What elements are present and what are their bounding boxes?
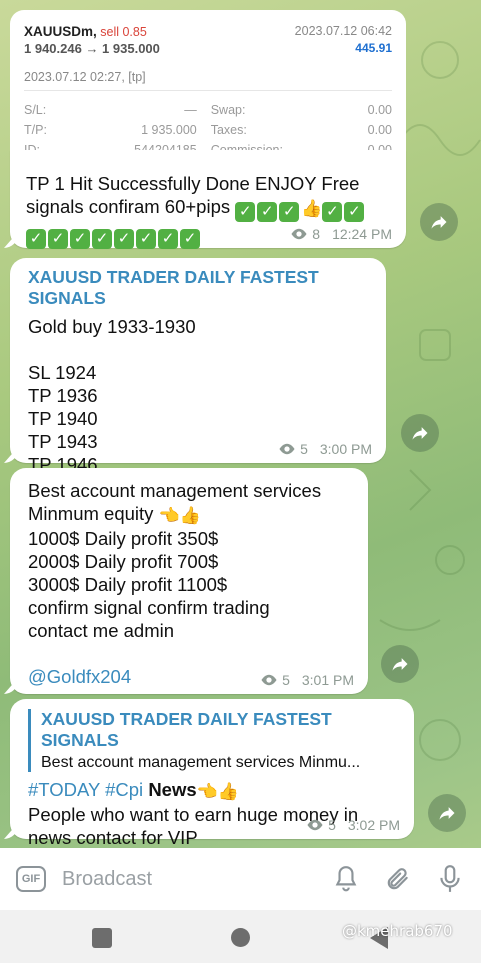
forward-button[interactable] xyxy=(401,414,439,452)
share-arrow-icon xyxy=(392,658,408,671)
sender-name[interactable]: XAUUSD TRADER DAILY FASTEST SIGNALS xyxy=(28,267,370,309)
view-count: 5 xyxy=(300,441,308,457)
message-line: SL 1924 xyxy=(28,362,97,383)
trade-symbol: XAUUSDm, xyxy=(24,24,97,39)
forward-button[interactable] xyxy=(420,203,458,241)
message-time: 3:01 PM xyxy=(301,672,354,688)
broadcast-input[interactable]: Broadcast xyxy=(62,868,309,891)
message-bubble-1[interactable]: TP 1 Hit Successfully Done ENJOY Free si… xyxy=(10,150,406,249)
table-cell: 0.00 xyxy=(367,123,392,137)
trade-price-change: 1 940.246 → 1 935.000 xyxy=(24,41,160,56)
table-cell: Swap: xyxy=(210,103,246,117)
message-line: Best account management services xyxy=(28,480,322,501)
hashtags[interactable]: #TODAY #Cpi xyxy=(28,779,143,800)
view-count: 5 xyxy=(328,817,336,833)
message-text: signals confiram 60+pips xyxy=(26,196,231,217)
gif-button[interactable]: GIF xyxy=(16,866,46,892)
message-meta: 5 3:01 PM xyxy=(260,672,354,688)
table-cell: 1 935.000 xyxy=(141,123,197,137)
message-line: contact me admin xyxy=(28,620,175,641)
share-arrow-icon xyxy=(431,216,447,229)
message-time: 3:00 PM xyxy=(319,441,372,457)
pointing-hand-emoji: 👈👍 xyxy=(196,782,239,801)
table-cell: Taxes: xyxy=(210,123,247,137)
message-time: 3:02 PM xyxy=(347,817,400,833)
message-bubble-3[interactable]: Best account management services Minmum … xyxy=(10,468,368,694)
paperclip-icon[interactable] xyxy=(383,864,413,894)
message-bubble-2[interactable]: XAUUSD TRADER DAILY FASTEST SIGNALS Gold… xyxy=(10,258,386,475)
table-cell: T/P: xyxy=(24,123,47,137)
view-count: 5 xyxy=(282,672,290,688)
message-line: Minmum equity xyxy=(28,503,154,524)
check-emoji: ✓ ✓ ✓ 👍 ✓ ✓ xyxy=(235,196,366,222)
message-line: confirm signal confirm trading xyxy=(28,597,270,618)
table-row: S/L: — Swap: 0.00 xyxy=(24,101,392,121)
trade-divider xyxy=(24,90,392,91)
message-line: Gold buy 1933-1930 xyxy=(28,316,196,337)
message-time: 12:24 PM xyxy=(332,226,392,242)
message-text: TP 1 Hit Successfully Done ENJOY Free xyxy=(26,173,360,194)
reply-text: Best account management services Minmu..… xyxy=(41,754,361,771)
forward-button[interactable] xyxy=(381,645,419,683)
eye-icon xyxy=(279,443,295,455)
table-row: T/P: 1 935.000 Taxes: 0.00 xyxy=(24,121,392,141)
message-bubble-4[interactable]: XAUUSD TRADER DAILY FASTEST SIGNALS Best… xyxy=(10,699,414,848)
eye-icon xyxy=(307,819,323,831)
check-emoji-row: ✓ ✓ ✓ ✓ ✓ ✓ ✓ ✓ xyxy=(26,223,202,249)
table-cell: 0.00 xyxy=(367,103,392,117)
trade-side: sell 0.85 xyxy=(100,25,147,39)
message-input-bar: GIF Broadcast xyxy=(0,848,481,910)
eye-icon xyxy=(291,228,307,240)
message-line: 2000$ Daily profit 700$ xyxy=(28,551,219,572)
message-line: TP 1940 xyxy=(28,408,98,429)
message-meta: 5 3:00 PM xyxy=(278,441,372,457)
news-label: News xyxy=(148,779,197,800)
pointing-hand-emoji: 👈👍 xyxy=(158,506,201,525)
message-line: 1000$ Daily profit 350$ xyxy=(28,528,219,549)
eye-icon xyxy=(261,674,277,686)
message-line: 3000$ Daily profit 1100$ xyxy=(28,574,228,595)
message-meta: 5 3:02 PM xyxy=(306,817,400,833)
forward-button[interactable] xyxy=(428,794,466,832)
message-meta: 8 12:24 PM xyxy=(290,226,392,242)
trade-open-time: 2023.07.12 02:27, [tp] xyxy=(24,70,146,84)
home-button[interactable] xyxy=(231,928,250,947)
chat-area[interactable]: XAUUSDm, sell 0.85 2023.07.12 06:42 1 94… xyxy=(0,0,481,848)
message-line: TP 1936 xyxy=(28,385,98,406)
watermark: @kmehrab670 xyxy=(342,922,453,940)
view-count: 8 xyxy=(312,226,321,242)
table-cell: — xyxy=(184,103,197,117)
recent-apps-button[interactable] xyxy=(92,928,112,948)
reply-sender: XAUUSD TRADER DAILY FASTEST SIGNALS xyxy=(41,709,332,750)
trade-card[interactable]: XAUUSDm, sell 0.85 2023.07.12 06:42 1 94… xyxy=(10,10,406,157)
trade-profit: 445.91 xyxy=(355,41,392,55)
microphone-icon[interactable] xyxy=(435,864,465,894)
bell-icon[interactable] xyxy=(331,864,361,894)
table-cell: S/L: xyxy=(24,103,47,117)
trade-timestamp: 2023.07.12 06:42 xyxy=(294,24,392,38)
reply-quote[interactable]: XAUUSD TRADER DAILY FASTEST SIGNALS Best… xyxy=(28,709,398,772)
share-arrow-icon xyxy=(412,427,428,440)
share-arrow-icon xyxy=(439,807,455,820)
